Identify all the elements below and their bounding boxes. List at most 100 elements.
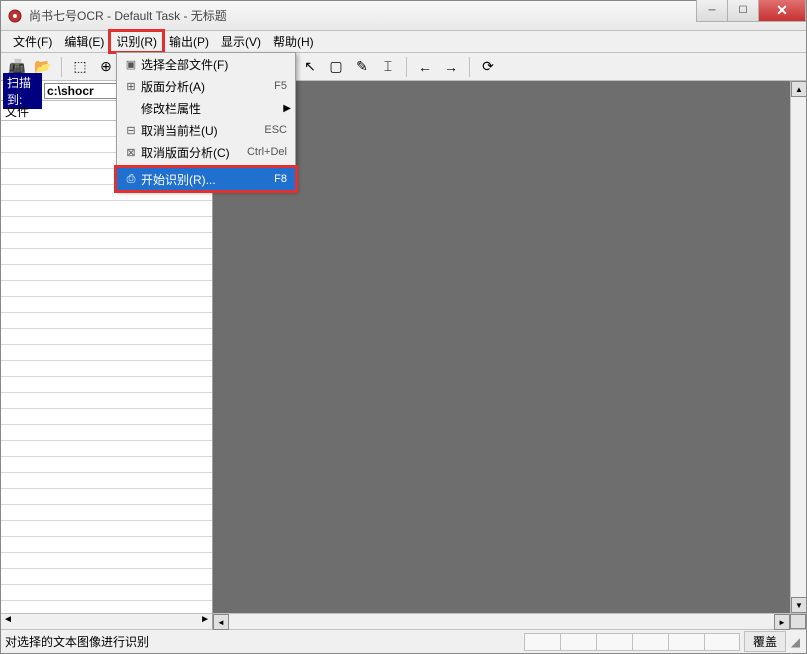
scroll-corner: [790, 614, 806, 629]
menu-item-label: 取消当前栏(U): [141, 122, 264, 139]
status-cell: [704, 633, 740, 651]
resize-grip-icon[interactable]: ◢: [786, 635, 802, 649]
refresh-button[interactable]: ⟳: [476, 56, 500, 78]
menu-item-shortcut: F5: [274, 80, 291, 92]
menu-recognize[interactable]: 识别(R): [110, 31, 163, 52]
toolbar-separator: [469, 57, 470, 77]
viewport-canvas[interactable]: [213, 81, 806, 613]
status-text: 对选择的文本图像进行识别: [5, 633, 524, 650]
list-item: [1, 569, 212, 585]
list-item: [1, 585, 212, 601]
scroll-right-icon[interactable]: ►: [774, 614, 790, 630]
rectangle-icon: ▢: [329, 58, 342, 75]
scroll-down-icon[interactable]: ▼: [791, 597, 807, 613]
title-bar: 尚书七号OCR - Default Task - 无标题 ─ ☐ ✕: [1, 1, 806, 31]
status-bar: 对选择的文本图像进行识别 覆盖 ◢: [1, 629, 806, 653]
list-item: [1, 265, 212, 281]
wand-button[interactable]: ✎: [350, 56, 374, 78]
scroll-left-icon[interactable]: ◄: [213, 614, 229, 630]
file-list[interactable]: [1, 121, 212, 613]
menu-layout-analysis[interactable]: ⊞ 版面分析(A) F5: [117, 75, 295, 97]
status-cell: [524, 633, 560, 651]
list-item: [1, 377, 212, 393]
toolbar-separator: [61, 57, 62, 77]
menu-help[interactable]: 帮助(H): [267, 31, 320, 52]
list-item: [1, 409, 212, 425]
zoom-in-icon: ⊕: [100, 58, 112, 75]
list-item: [1, 217, 212, 233]
scroll-track[interactable]: [791, 97, 806, 597]
cancel-column-icon: ⊟: [121, 124, 141, 137]
status-cell: [596, 633, 632, 651]
list-item: [1, 425, 212, 441]
menu-item-shortcut: F8: [274, 173, 291, 185]
image-viewport: ▲ ▼ ◄ ►: [213, 81, 806, 629]
close-button[interactable]: ✕: [758, 0, 806, 22]
list-item: [1, 249, 212, 265]
menu-item-shortcut: ESC: [264, 124, 291, 136]
list-item: [1, 281, 212, 297]
list-item: [1, 537, 212, 553]
list-item: [1, 473, 212, 489]
zoom-area-button[interactable]: ⬚: [68, 56, 92, 78]
cancel-layout-icon: ⊠: [121, 146, 141, 159]
app-icon: [7, 8, 23, 24]
refresh-icon: ⟳: [482, 58, 494, 75]
menu-item-label: 版面分析(A): [141, 78, 274, 95]
menu-modify-column[interactable]: 修改栏属性 ▶: [117, 97, 295, 119]
text-cursor-icon: ⌶: [384, 58, 392, 75]
text-button[interactable]: ⌶: [376, 56, 400, 78]
menu-item-label: 开始识别(R)...: [141, 171, 274, 188]
menu-start-recognize[interactable]: ⎙ 开始识别(R)... F8: [117, 168, 295, 190]
status-cell: [560, 633, 596, 651]
list-item: [1, 457, 212, 473]
menu-select-all-files[interactable]: ▣ 选择全部文件(F): [117, 53, 295, 75]
list-item: [1, 521, 212, 537]
menu-item-shortcut: Ctrl+Del: [247, 146, 291, 158]
next-button[interactable]: →: [439, 56, 463, 78]
status-cells: [524, 633, 740, 651]
list-item: [1, 361, 212, 377]
menu-output[interactable]: 输出(P): [163, 31, 215, 52]
list-item: [1, 345, 212, 361]
cursor-button[interactable]: ↖: [298, 56, 322, 78]
layout-icon: ⊞: [121, 80, 141, 93]
menu-item-label: 选择全部文件(F): [141, 56, 287, 73]
scroll-up-icon[interactable]: ▲: [791, 81, 807, 97]
list-item: [1, 393, 212, 409]
status-cell: [668, 633, 704, 651]
panel-hscroll[interactable]: ◄ ►: [1, 613, 212, 629]
maximize-button[interactable]: ☐: [727, 0, 759, 22]
menu-item-label: 取消版面分析(C): [141, 144, 247, 161]
menu-cancel-column[interactable]: ⊟ 取消当前栏(U) ESC: [117, 119, 295, 141]
menu-cancel-layout[interactable]: ⊠ 取消版面分析(C) Ctrl+Del: [117, 141, 295, 163]
menu-view[interactable]: 显示(V): [215, 31, 267, 52]
list-item: [1, 489, 212, 505]
recognize-icon: ⎙: [121, 173, 141, 186]
menu-edit[interactable]: 编辑(E): [58, 31, 110, 52]
window-title: 尚书七号OCR - Default Task - 无标题: [29, 7, 697, 24]
list-item: [1, 441, 212, 457]
horizontal-scrollbar[interactable]: ◄ ►: [213, 613, 806, 629]
scroll-track[interactable]: [229, 614, 774, 629]
rect-button[interactable]: ▢: [324, 56, 348, 78]
scroll-right-icon: ►: [200, 614, 210, 629]
prev-button[interactable]: ←: [413, 56, 437, 78]
scroll-left-icon: ◄: [3, 614, 13, 629]
vertical-scrollbar[interactable]: ▲ ▼: [790, 81, 806, 613]
list-item: [1, 297, 212, 313]
menu-item-label: 修改栏属性: [141, 100, 283, 117]
zoom-in-button[interactable]: ⊕: [94, 56, 118, 78]
overwrite-indicator: 覆盖: [744, 631, 786, 652]
submenu-arrow-icon: ▶: [283, 103, 291, 114]
pencil-icon: ✎: [356, 58, 368, 75]
cursor-icon: ↖: [304, 58, 316, 75]
toolbar-separator: [406, 57, 407, 77]
menu-file[interactable]: 文件(F): [7, 31, 58, 52]
list-item: [1, 505, 212, 521]
recognize-menu: ▣ 选择全部文件(F) ⊞ 版面分析(A) F5 修改栏属性 ▶ ⊟ 取消当前栏…: [116, 52, 296, 191]
list-item: [1, 201, 212, 217]
select-all-icon: ▣: [121, 58, 141, 71]
window-controls: ─ ☐ ✕: [697, 1, 806, 30]
minimize-button[interactable]: ─: [696, 0, 728, 22]
